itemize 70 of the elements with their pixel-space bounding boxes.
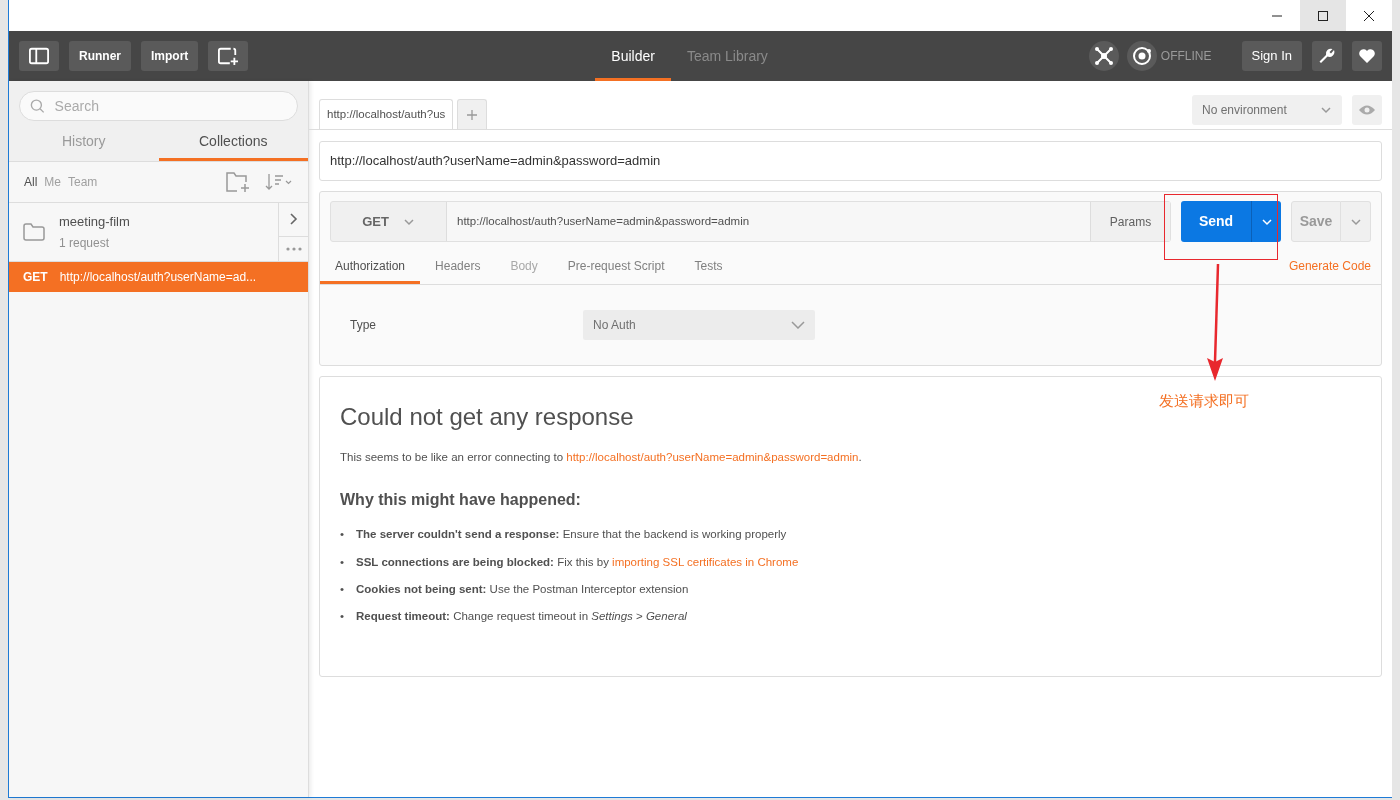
favorite-button[interactable] [1352, 41, 1382, 71]
new-window-icon [218, 46, 239, 66]
request-subtab: Body [509, 257, 539, 275]
caret-icon [1260, 218, 1273, 227]
settings-button[interactable] [1312, 41, 1342, 71]
sync-status: OFFLINE [1160, 48, 1212, 65]
sign-in-button[interactable]: Sign In [1241, 41, 1302, 71]
close-icon[interactable] [1364, 10, 1374, 21]
save-button[interactable]: Save [1291, 201, 1341, 242]
reason-item: SSL connections are being blocked: Fix this by importing SSL certificates in Chrome [356, 554, 799, 570]
folder-icon [23, 223, 45, 241]
sidebar-toggle-button[interactable] [19, 41, 59, 71]
toolbar-button[interactable]: Import [141, 41, 199, 71]
more-icon[interactable] [285, 246, 302, 251]
collection-name: meeting-film [59, 212, 130, 231]
request-title: http://localhost/auth?userName=admin&password=admin [319, 141, 1382, 181]
search-field[interactable]: Search [19, 91, 298, 121]
filter-tab[interactable]: All [24, 173, 38, 191]
send-button[interactable]: Send [1181, 201, 1251, 242]
help-link[interactable]: importing SSL certificates in Chrome [612, 555, 799, 568]
nav-tab[interactable]: Team Library [670, 31, 784, 81]
annotation-text: 发送请求即可 [1159, 391, 1249, 411]
request-count: 1 request [59, 235, 111, 253]
request-subtab[interactable]: Pre-request Script [552, 250, 680, 284]
request-subtab[interactable]: Headers [420, 250, 496, 284]
reason-item: The server couldn't send a response: Ensure that the backend is working properly [356, 527, 787, 543]
plus-icon [467, 109, 478, 120]
interceptor-button[interactable] [1088, 41, 1119, 71]
generate-code-link[interactable]: Generate Code [1288, 257, 1371, 284]
toolbar-button[interactable]: Runner [69, 41, 131, 71]
filter-tab[interactable]: Me [44, 173, 61, 191]
bullet: • [340, 609, 345, 624]
auth-type-select[interactable]: No Auth [583, 310, 815, 340]
sync-status-button[interactable] [1126, 41, 1157, 71]
type-label: Type [350, 317, 377, 334]
request-item[interactable]: GET http://localhost/auth?userName=ad... [9, 262, 308, 292]
sort-icon[interactable] [265, 173, 293, 191]
reason-item: Request timeout: Change request timeout in Settings > General [356, 609, 687, 624]
filter-tab[interactable]: Team [68, 173, 98, 191]
request-tab[interactable]: http://localhost/auth?us [319, 99, 454, 129]
environment-select[interactable]: No environment [1192, 95, 1342, 125]
error-message: This seems to be like an error connecting to http://localhost/auth?userName=admin&password=admin. [340, 450, 863, 465]
bullet: • [340, 581, 345, 597]
request-subtab[interactable]: Authorization [320, 250, 421, 284]
satellite-icon [1094, 47, 1113, 65]
maximize-icon[interactable] [1318, 10, 1328, 21]
response-title: Could not get any response [340, 402, 634, 432]
reason-item: Cookies not being sent: Use the Postman Interceptor extension [356, 581, 689, 597]
sidebar-tab[interactable]: History [9, 121, 159, 161]
bullet: • [340, 554, 345, 570]
search-icon [30, 98, 45, 114]
wrench-icon [1318, 47, 1336, 65]
heart-icon [1358, 48, 1376, 64]
sidebar-tab[interactable]: Collections [158, 121, 308, 161]
caret-icon [1320, 106, 1332, 114]
section-heading: Why this might have happened: [340, 490, 582, 511]
request-subtab[interactable]: Tests [679, 250, 738, 284]
bullet: • [340, 527, 345, 543]
request-url: http://localhost/auth?userName=ad... [59, 269, 257, 286]
new-tab-button[interactable] [208, 41, 249, 71]
orbit-icon [1131, 46, 1152, 66]
method-label: GET [23, 269, 48, 286]
chevron-icon[interactable] [289, 213, 298, 226]
collection-item[interactable]: meeting-film 1 request [9, 203, 278, 261]
nav-tab[interactable]: Builder [595, 31, 671, 81]
eye-icon [1358, 104, 1376, 116]
caret-icon [1349, 218, 1362, 227]
caret-icon [791, 321, 805, 329]
search-input[interactable]: Search [52, 94, 287, 118]
sidebar-icon [29, 47, 49, 65]
